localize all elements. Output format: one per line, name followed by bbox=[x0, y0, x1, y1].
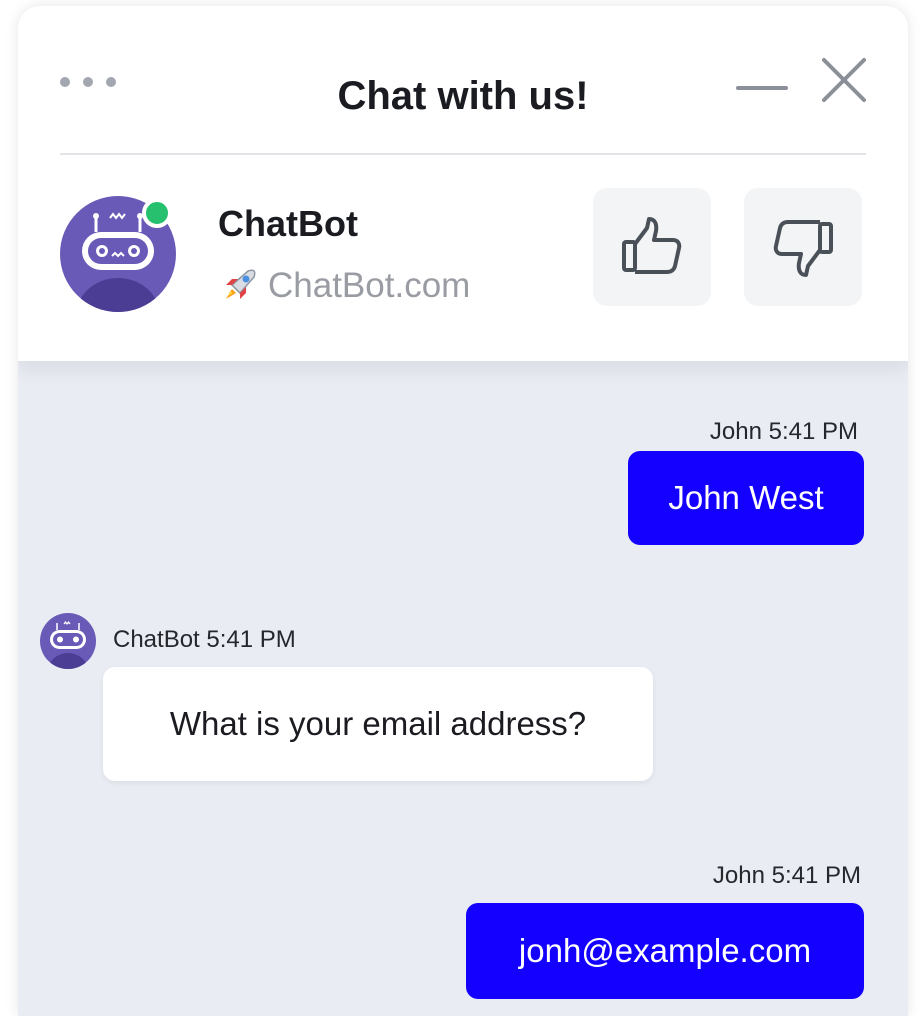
minimize-icon bbox=[736, 86, 788, 90]
online-status-indicator bbox=[142, 198, 172, 228]
close-button[interactable] bbox=[816, 52, 872, 108]
minimize-button[interactable] bbox=[732, 66, 792, 110]
agent-site-text: ChatBot.com bbox=[268, 266, 471, 305]
thumbs-down-icon bbox=[773, 220, 833, 277]
message-meta: ChatBot 5:41 PM bbox=[113, 626, 296, 653]
chat-header: Chat with us! ChatBot ChatBot.com bbox=[18, 6, 908, 361]
user-message-bubble: jonh@example.com bbox=[466, 903, 864, 999]
user-message-bubble: John West bbox=[628, 451, 864, 545]
thumbs-up-button[interactable] bbox=[593, 188, 711, 306]
close-icon bbox=[822, 58, 866, 102]
thumbs-down-button[interactable] bbox=[744, 188, 862, 306]
agent-name: ChatBot bbox=[218, 203, 358, 244]
agent-site: ChatBot.com bbox=[218, 264, 470, 308]
message-meta: John 5:41 PM bbox=[712, 862, 861, 889]
thumbs-up-icon bbox=[622, 217, 682, 274]
message-meta: John 5:41 PM bbox=[709, 418, 858, 445]
header-divider bbox=[60, 153, 866, 155]
bot-message-bubble: What is your email address? bbox=[103, 667, 653, 781]
agent-avatar bbox=[60, 196, 176, 312]
message-list: John 5:41 PM John West ChatBot 5:41 PM W… bbox=[18, 361, 908, 1016]
rocket-icon bbox=[226, 269, 256, 299]
chat-widget: Chat with us! ChatBot ChatBot.com John 5… bbox=[18, 6, 908, 1016]
chatbot-avatar-icon bbox=[40, 613, 96, 669]
